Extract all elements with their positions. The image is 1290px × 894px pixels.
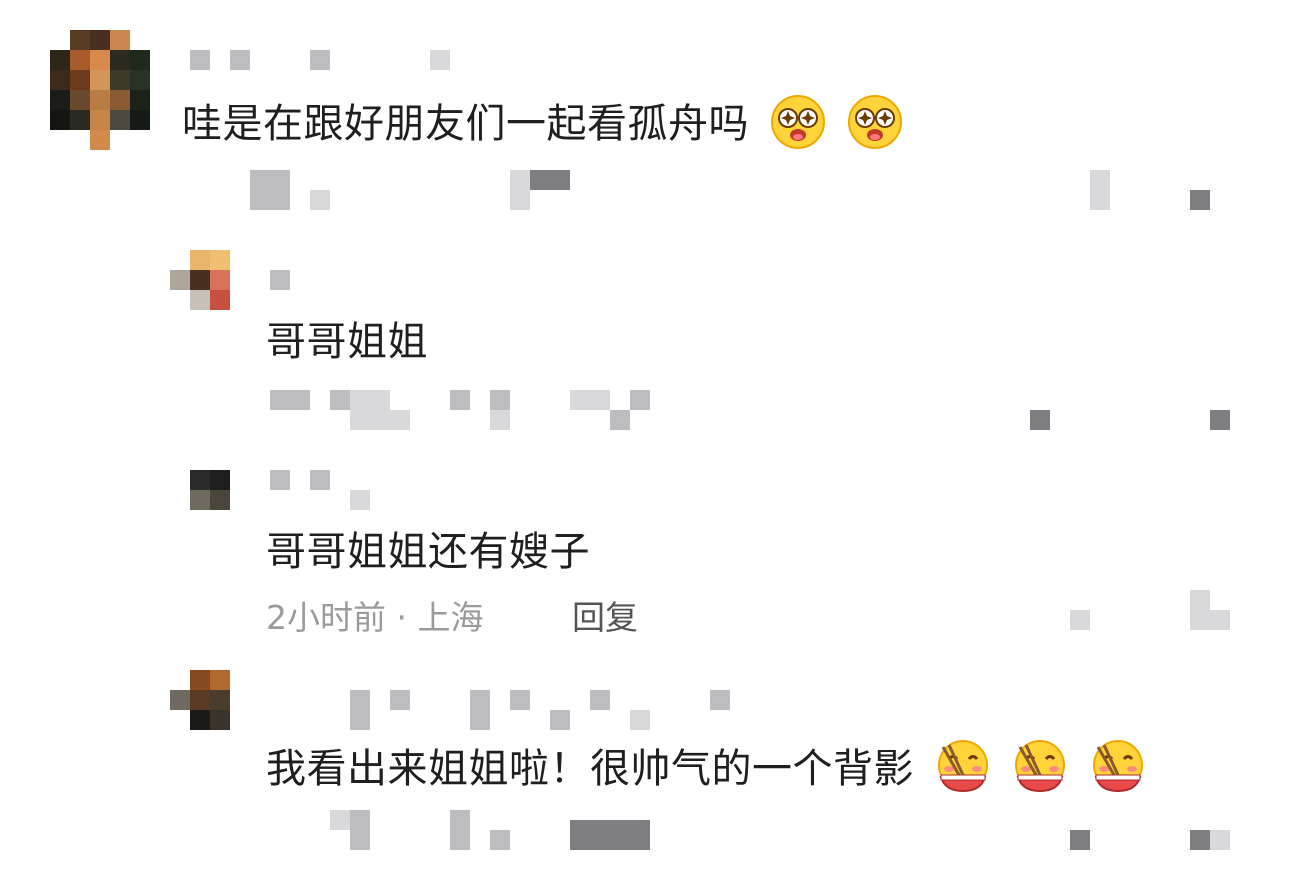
meta-redacted bbox=[490, 390, 510, 410]
like-count-redacted bbox=[1190, 830, 1210, 850]
hungry-eating-emoji bbox=[1015, 740, 1066, 793]
username-redacted[interactable] bbox=[310, 470, 330, 490]
star-eyes-emoji bbox=[771, 95, 826, 149]
like-count-redacted bbox=[1210, 830, 1230, 850]
username-redacted[interactable] bbox=[270, 470, 290, 490]
avatar[interactable] bbox=[50, 30, 150, 150]
reply-redacted[interactable] bbox=[630, 390, 650, 410]
username-redacted[interactable] bbox=[710, 690, 730, 710]
username-redacted[interactable] bbox=[590, 690, 610, 710]
meta-redacted bbox=[310, 190, 330, 210]
meta-redacted bbox=[330, 810, 350, 830]
like-redacted[interactable] bbox=[1070, 830, 1090, 850]
like-count-redacted bbox=[1190, 190, 1210, 210]
comment-body: 哇是在跟好朋友们一起看孤舟吗 bbox=[182, 101, 749, 147]
username-redacted[interactable] bbox=[230, 50, 250, 70]
reply-redacted[interactable] bbox=[570, 390, 610, 410]
comment-text: 哥哥姐姐 bbox=[266, 318, 428, 366]
username-redacted[interactable] bbox=[270, 270, 290, 290]
like-count-redacted bbox=[1210, 410, 1230, 430]
meta-redacted bbox=[450, 810, 470, 850]
comment-text: 哇是在跟好朋友们一起看孤舟吗 bbox=[182, 95, 903, 150]
hungry-eating-emoji bbox=[938, 740, 989, 793]
star-eyes-emoji bbox=[848, 95, 903, 149]
avatar[interactable] bbox=[170, 670, 230, 730]
username-redacted[interactable] bbox=[350, 690, 370, 730]
username-redacted[interactable] bbox=[350, 490, 370, 510]
comment-meta: 2小时前 · 上海 bbox=[266, 598, 484, 637]
reply-redacted[interactable] bbox=[530, 170, 570, 190]
comment-body: 我看出来姐姐啦！很帅气的一个背影 bbox=[266, 746, 914, 792]
username-redacted[interactable] bbox=[310, 50, 330, 70]
like-redacted[interactable] bbox=[1070, 610, 1090, 630]
username-redacted[interactable] bbox=[470, 690, 490, 730]
username-redacted[interactable] bbox=[390, 690, 410, 710]
meta-redacted bbox=[350, 810, 370, 850]
username-redacted[interactable] bbox=[550, 710, 570, 730]
reply-button[interactable]: 回复 bbox=[572, 598, 638, 638]
meta-redacted bbox=[490, 410, 510, 430]
reply-redacted[interactable] bbox=[570, 820, 650, 850]
comment-body: 哥哥姐姐 bbox=[266, 319, 428, 365]
like-redacted[interactable] bbox=[1090, 170, 1110, 210]
like-redacted[interactable] bbox=[1030, 410, 1050, 430]
meta-redacted bbox=[270, 390, 310, 410]
meta-redacted bbox=[450, 390, 470, 410]
comment-body: 哥哥姐姐还有嫂子 bbox=[266, 529, 590, 575]
hungry-eating-emoji bbox=[1092, 740, 1143, 793]
meta-redacted bbox=[510, 170, 530, 210]
username-redacted[interactable] bbox=[630, 710, 650, 730]
username-redacted[interactable] bbox=[190, 50, 210, 70]
avatar[interactable] bbox=[170, 250, 230, 310]
like-count-redacted bbox=[1210, 610, 1230, 630]
meta-redacted bbox=[330, 390, 350, 410]
comment-text: 我看出来姐姐啦！很帅气的一个背影 bbox=[266, 740, 1146, 795]
username-redacted[interactable] bbox=[430, 50, 450, 70]
username-redacted[interactable] bbox=[510, 690, 530, 710]
meta-redacted bbox=[350, 390, 390, 430]
meta-redacted bbox=[490, 830, 510, 850]
like-count-redacted bbox=[1190, 590, 1210, 630]
comment-text: 哥哥姐姐还有嫂子 bbox=[266, 528, 590, 576]
meta-redacted bbox=[390, 410, 410, 430]
reply-redacted[interactable] bbox=[610, 410, 630, 430]
meta-redacted bbox=[250, 170, 290, 210]
avatar[interactable] bbox=[190, 470, 230, 510]
